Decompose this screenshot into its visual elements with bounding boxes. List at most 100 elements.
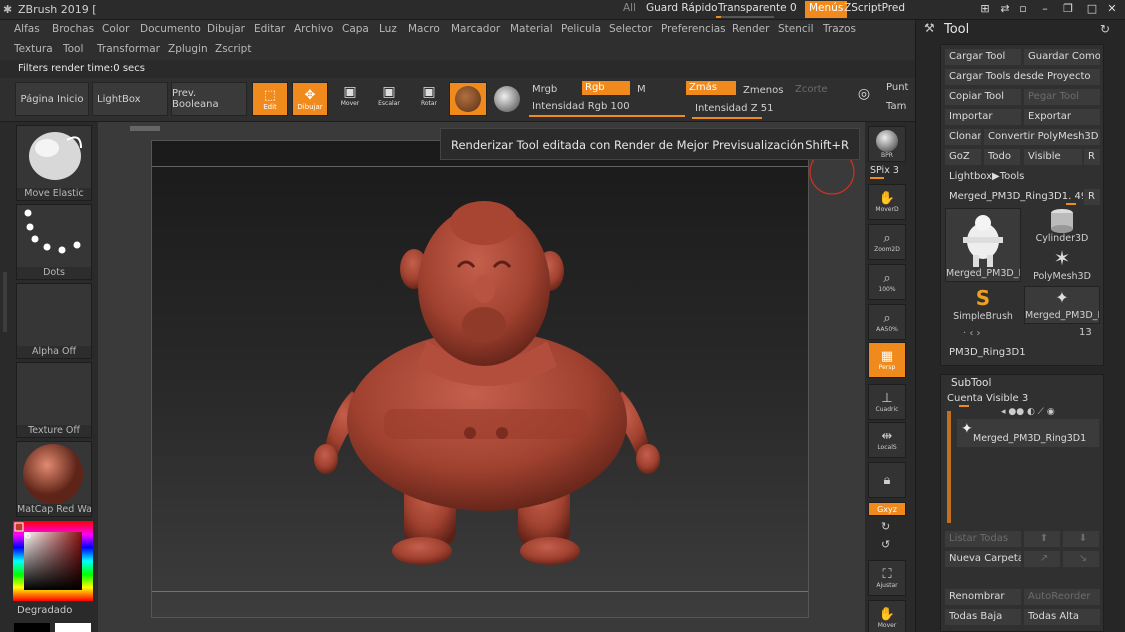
- zcut-toggle[interactable]: Zcorte: [792, 83, 838, 97]
- material-swatch-button[interactable]: [449, 82, 487, 116]
- material-slot[interactable]: MatCap Red Wa: [16, 441, 92, 517]
- all-low-button[interactable]: Todas Baja: [945, 609, 1021, 625]
- move-view-button[interactable]: ✋ MoverD: [868, 184, 906, 220]
- stroke-slot[interactable]: Dots: [16, 204, 92, 280]
- move-down-icon[interactable]: ⬇: [1063, 531, 1099, 547]
- minimize-small-icon[interactable]: ▫: [1015, 2, 1031, 17]
- export-button[interactable]: Exportar: [1024, 109, 1100, 125]
- focal-shift-icon-button[interactable]: ◎: [849, 86, 879, 116]
- m-toggle[interactable]: M: [634, 83, 680, 97]
- zscript-button[interactable]: ZScriptPred: [844, 2, 905, 14]
- goz-r-button[interactable]: R: [1084, 149, 1100, 165]
- refresh-icon[interactable]: ↻: [1100, 22, 1110, 36]
- goz-button[interactable]: GoZ: [945, 149, 981, 165]
- swap-icon[interactable]: ⇄: [997, 2, 1013, 17]
- menu-textura[interactable]: Textura: [14, 43, 53, 55]
- menu-pelicula[interactable]: Pelicula: [561, 23, 601, 35]
- mrgb-toggle[interactable]: Mrgb: [529, 83, 579, 97]
- rgb-intensity-slider[interactable]: Intensidad Rgb 100: [529, 100, 685, 117]
- menu-zplugin[interactable]: Zplugin: [168, 43, 208, 55]
- frame-button[interactable]: ⛶ Ajustar: [868, 560, 906, 596]
- color-picker[interactable]: [13, 521, 93, 601]
- secondary-color-swatch[interactable]: [14, 623, 50, 632]
- canvas-area[interactable]: [98, 122, 865, 632]
- merge-up-icon[interactable]: ↗: [1024, 551, 1060, 567]
- subtool-item[interactable]: ✦ Merged_PM3D_Ring3D1: [957, 419, 1099, 447]
- menu-color[interactable]: Color: [102, 23, 129, 35]
- layout-icon[interactable]: ⊞: [977, 2, 993, 17]
- lightbox-button[interactable]: LightBox: [92, 82, 168, 116]
- horizontal-scroll-handle[interactable]: [130, 126, 160, 131]
- primary-color-swatch[interactable]: [55, 623, 91, 632]
- focal-shift-label[interactable]: Punt: [883, 81, 913, 95]
- menus-button[interactable]: Menús: [805, 1, 848, 18]
- zadd-toggle[interactable]: Zmás: [686, 81, 736, 95]
- new-folder-button[interactable]: Nueva Carpeta: [945, 551, 1021, 567]
- copy-tool-button[interactable]: Copiar Tool: [945, 89, 1021, 105]
- spix-slider[interactable]: SPix 3: [870, 165, 908, 179]
- list-all-button[interactable]: Listar Todas: [945, 531, 1021, 547]
- rotate-y-icon[interactable]: ↻: [881, 520, 890, 533]
- aa-half-button[interactable]: ⌕ AA50%: [868, 304, 906, 340]
- lightbox-tools-button[interactable]: Lightbox▶Tools: [945, 169, 1100, 185]
- z-intensity-slider[interactable]: Intensidad Z 51: [692, 102, 830, 119]
- rename-button[interactable]: Renombrar: [945, 589, 1021, 605]
- tool-thumb-ring-label[interactable]: PM3D_Ring3D1: [949, 347, 1026, 358]
- autoreorder-button[interactable]: AutoReorder: [1024, 589, 1100, 605]
- menu-material[interactable]: Material: [510, 23, 553, 35]
- clone-button[interactable]: Clonar: [945, 129, 981, 145]
- tool-thumb-cylinder[interactable]: Cylinder3D: [1024, 208, 1100, 246]
- menu-tool[interactable]: Tool: [63, 43, 83, 55]
- floor-button[interactable]: ⊥ Cuadric: [868, 384, 906, 420]
- menu-transformar[interactable]: Transformar: [97, 43, 160, 55]
- load-tool-button[interactable]: Cargar Tool: [945, 49, 1021, 65]
- zsub-toggle[interactable]: Zmenos: [740, 84, 790, 98]
- move-up-icon[interactable]: ⬆: [1024, 531, 1060, 547]
- left-shelf-scroll-handle[interactable]: [3, 272, 7, 332]
- draw-size-label[interactable]: Tam: [883, 100, 913, 114]
- color-sphere-button[interactable]: [492, 86, 522, 116]
- restore-icon[interactable]: ❐: [1060, 2, 1076, 17]
- current-tool-slider[interactable]: Merged_PM3D_Ring3D1. 49: [945, 189, 1083, 205]
- menu-documento[interactable]: Documento: [140, 23, 201, 35]
- menu-zscript[interactable]: Zscript: [215, 43, 251, 55]
- bpr-button[interactable]: BPR: [868, 126, 906, 162]
- menu-archivo[interactable]: Archivo: [294, 23, 333, 35]
- scale-button[interactable]: ▣ Escalar: [374, 84, 404, 114]
- menu-editar[interactable]: Editar: [254, 23, 285, 35]
- transparent-slider-label[interactable]: Transparente 0: [718, 2, 797, 14]
- visible-count-slider[interactable]: Cuenta Visible 3: [947, 393, 1099, 407]
- menu-selector[interactable]: Selector: [609, 23, 652, 35]
- save-as-button[interactable]: Guardar Como: [1024, 49, 1100, 65]
- texture-slot[interactable]: Texture Off: [16, 362, 92, 438]
- menu-brochas[interactable]: Brochas: [52, 23, 94, 35]
- import-button[interactable]: Importar: [945, 109, 1021, 125]
- menu-capa[interactable]: Capa: [342, 23, 369, 35]
- brush-slot[interactable]: Move Elastic: [16, 125, 92, 201]
- goz-all-button[interactable]: Todo: [984, 149, 1020, 165]
- menu-alfas[interactable]: Alfas: [14, 23, 40, 35]
- subtool-list-scroll[interactable]: [947, 411, 951, 523]
- home-page-button[interactable]: Página Inicio: [15, 82, 89, 116]
- paste-tool-button[interactable]: Pegar Tool: [1024, 89, 1100, 105]
- tool-thumb-merged[interactable]: Merged_PM3D_I: [945, 208, 1021, 282]
- goz-visible-button[interactable]: Visible: [1024, 149, 1082, 165]
- all-label[interactable]: All: [623, 2, 636, 14]
- menu-trazos[interactable]: Trazos: [823, 23, 856, 35]
- document-canvas[interactable]: [151, 140, 809, 618]
- zoom100-button[interactable]: ⌕ 100%: [868, 264, 906, 300]
- sculpt-model[interactable]: [152, 141, 810, 619]
- merge-down-icon[interactable]: ↘: [1063, 551, 1099, 567]
- all-high-button[interactable]: Todas Alta: [1024, 609, 1100, 625]
- minimize-icon[interactable]: –: [1037, 2, 1053, 17]
- current-tool-r-button[interactable]: R: [1084, 189, 1100, 205]
- mover-button[interactable]: ✋ Mover: [868, 600, 906, 632]
- menu-stencil[interactable]: Stencil: [778, 23, 814, 35]
- draw-button[interactable]: ✥ Dibujar: [292, 82, 328, 116]
- menu-marcador[interactable]: Marcador: [451, 23, 500, 35]
- lock-button[interactable]: 🔒︎: [868, 462, 906, 498]
- quicksave-button[interactable]: Guard Rápido: [646, 2, 718, 14]
- edit-button[interactable]: ⬚ Edit: [252, 82, 288, 116]
- menu-luz[interactable]: Luz: [379, 23, 397, 35]
- rgb-toggle[interactable]: Rgb: [582, 81, 630, 95]
